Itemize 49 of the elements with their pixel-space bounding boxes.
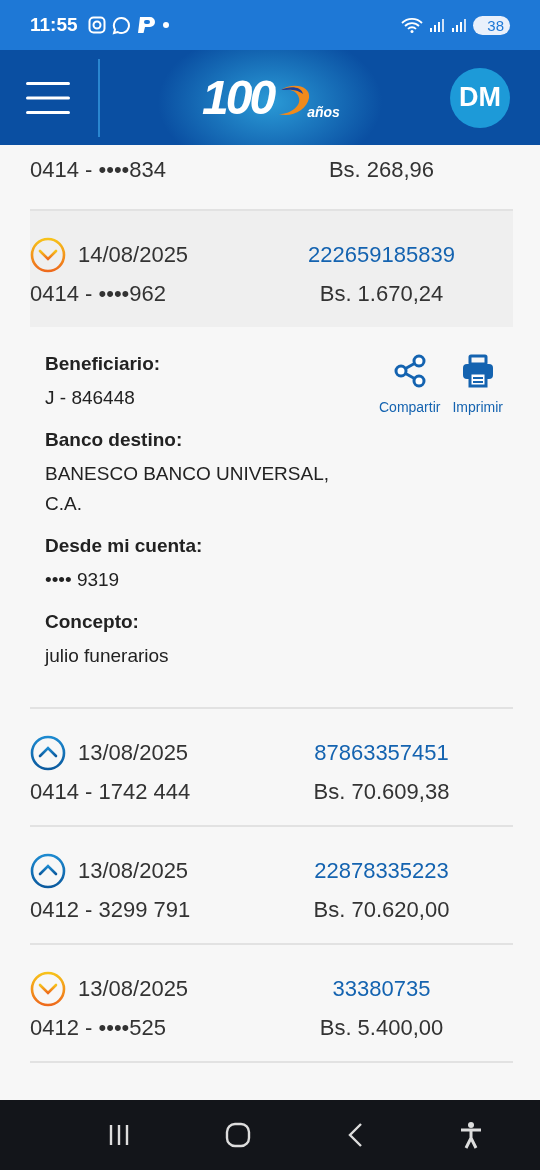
up-chevron-icon[interactable] [30, 853, 66, 889]
detail-label: Concepto: [45, 611, 140, 633]
wifi-icon [401, 17, 424, 33]
status-time: 11:55 [30, 14, 78, 36]
signal-icon [451, 17, 468, 33]
detail-label: Beneficiario: [45, 353, 162, 375]
home-icon[interactable] [224, 1122, 251, 1148]
battery-indicator: 38 [473, 15, 510, 35]
amount: Bs. 5.400,00 [318, 1015, 445, 1041]
expanded-transfer-row[interactable]: 14/08/2025 222659185839 0414 - ••••962 Bs. 1.670,24 [30, 211, 513, 327]
amount: Bs. 1.670,24 [318, 281, 445, 307]
transfer-date: 14/08/2025 [78, 242, 189, 268]
logo-suffix: años [307, 103, 340, 120]
detail-label: Desde mi cuenta: [45, 535, 204, 557]
instagram-icon [87, 16, 106, 34]
share-button[interactable]: Compartir [379, 353, 441, 415]
account-number: 0414 - ••••962 [30, 281, 167, 307]
recent-apps-icon[interactable] [107, 1123, 130, 1147]
signal-icon [429, 17, 446, 33]
down-chevron-icon[interactable] [30, 971, 66, 1007]
up-chevron-icon[interactable] [30, 735, 66, 771]
account-number: 0412 - 3299 791 [30, 897, 192, 923]
detail-label: Banco destino: [45, 429, 184, 451]
whatsapp-icon [111, 15, 131, 35]
amount: Bs. 70.620,00 [312, 897, 451, 923]
transfer-date: 13/08/2025 [78, 740, 189, 766]
app-icon [136, 16, 157, 34]
detail-value: J - 846448 [45, 386, 136, 410]
account-number: 0414 - ••••834 [30, 157, 167, 183]
reference-number: 222659185839 [307, 242, 456, 268]
print-button[interactable]: Imprimir [452, 353, 503, 415]
accessibility-icon[interactable] [458, 1121, 483, 1149]
reference-number: 22878335223 [313, 858, 450, 884]
amount: Bs. 70.609,38 [312, 779, 451, 805]
reference-number: 33380735 [331, 976, 432, 1002]
user-avatar[interactable]: DM [450, 67, 510, 128]
down-chevron-icon[interactable] [30, 237, 66, 273]
detail-value: •••• 9319 [45, 568, 121, 592]
detail-value: BANESCO BANCO UNIVERSAL, C.A. [45, 462, 331, 516]
transfer-date: 13/08/2025 [78, 858, 189, 884]
transfer-date: 13/08/2025 [78, 976, 189, 1002]
account-number: 0412 - ••••525 [30, 1015, 167, 1041]
logo-number: 100 [202, 70, 274, 125]
detail-value: julio funerarios [45, 644, 170, 668]
amount: Bs. 268,96 [327, 157, 436, 183]
notification-dot-icon [162, 22, 169, 28]
account-number: 0414 - 1742 444 [30, 779, 192, 805]
menu-icon[interactable] [26, 80, 70, 115]
reference-number: 87863357451 [313, 740, 450, 766]
